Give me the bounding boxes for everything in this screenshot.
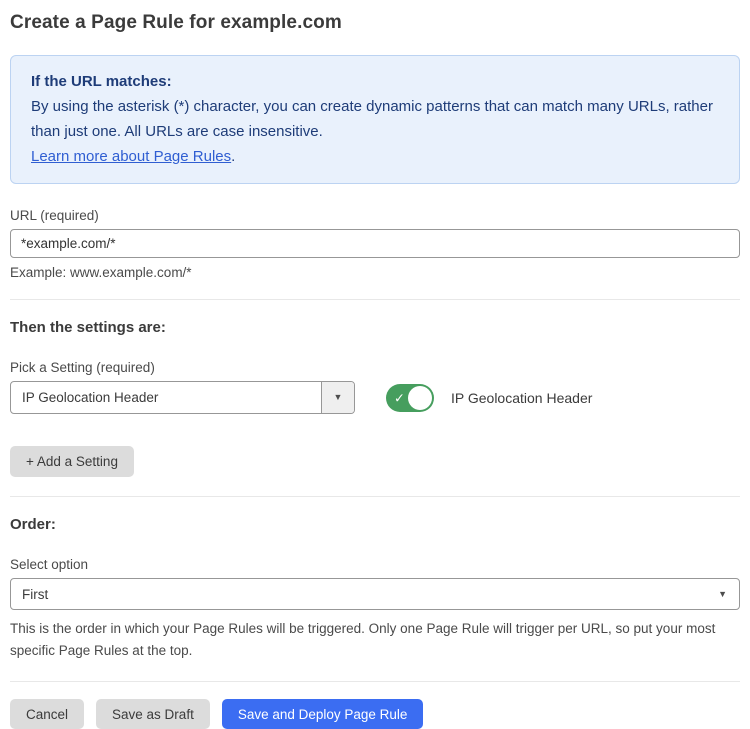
ip-geolocation-toggle[interactable]: ✓ xyxy=(386,384,434,412)
info-box-body: By using the asterisk (*) character, you… xyxy=(31,94,719,144)
cancel-button[interactable]: Cancel xyxy=(10,699,84,729)
toggle-label: IP Geolocation Header xyxy=(451,390,592,406)
section-divider xyxy=(10,299,740,300)
toggle-wrap: ✓ IP Geolocation Header xyxy=(386,384,592,412)
url-field-label: URL (required) xyxy=(10,208,740,223)
order-helper-text: This is the order in which your Page Rul… xyxy=(10,618,730,662)
page-title: Create a Page Rule for example.com xyxy=(10,12,740,34)
url-input[interactable] xyxy=(10,229,740,258)
link-suffix: . xyxy=(231,148,235,165)
url-match-info-box: If the URL matches: By using the asteris… xyxy=(10,55,740,184)
check-icon: ✓ xyxy=(394,391,405,404)
learn-more-link[interactable]: Learn more about Page Rules xyxy=(31,148,231,165)
chevron-down-icon: ▼ xyxy=(334,393,343,402)
settings-section-heading: Then the settings are: xyxy=(10,319,740,336)
info-box-link-row: Learn more about Page Rules. xyxy=(31,144,719,169)
section-divider xyxy=(10,681,740,682)
order-select[interactable]: First ▼ xyxy=(10,578,740,610)
section-divider xyxy=(10,496,740,497)
pick-setting-label: Pick a Setting (required) xyxy=(10,360,740,375)
add-setting-button[interactable]: + Add a Setting xyxy=(10,446,134,477)
setting-select-value: IP Geolocation Header xyxy=(11,382,321,413)
setting-row: IP Geolocation Header ▼ ✓ IP Geolocation… xyxy=(10,381,740,414)
setting-select-arrow-button[interactable]: ▼ xyxy=(321,382,354,413)
chevron-down-icon: ▼ xyxy=(718,590,727,599)
info-box-heading: If the URL matches: xyxy=(31,69,719,94)
actions-row: Cancel Save as Draft Save and Deploy Pag… xyxy=(10,699,740,729)
setting-select[interactable]: IP Geolocation Header ▼ xyxy=(10,381,355,414)
order-section-heading: Order: xyxy=(10,516,740,533)
toggle-knob xyxy=(408,386,432,410)
save-draft-button[interactable]: Save as Draft xyxy=(96,699,210,729)
order-select-label: Select option xyxy=(10,557,740,572)
save-deploy-button[interactable]: Save and Deploy Page Rule xyxy=(222,699,424,729)
page-rule-form: Create a Page Rule for example.com If th… xyxy=(0,0,750,729)
order-select-value: First xyxy=(22,587,718,602)
url-example-helper: Example: www.example.com/* xyxy=(10,265,740,280)
